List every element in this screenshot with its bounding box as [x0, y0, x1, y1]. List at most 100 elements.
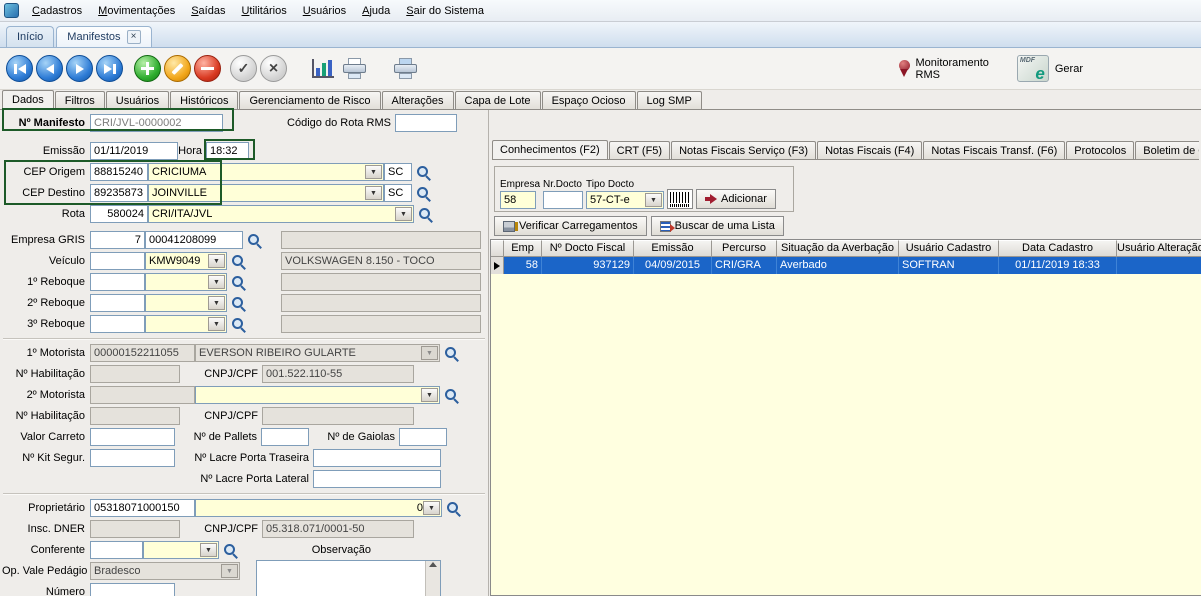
rota-codigo-field[interactable]: 580024 — [90, 205, 148, 223]
veiculo-search-icon[interactable] — [230, 253, 247, 270]
tab-crt[interactable]: CRT (F5) — [609, 141, 670, 159]
motorista2-search-icon[interactable] — [443, 387, 460, 404]
tab-historicos[interactable]: Históricos — [170, 91, 238, 109]
veiculo-placa-combo[interactable]: KMW9049 — [145, 252, 227, 270]
cep-destino-field[interactable]: 89235873 — [90, 184, 148, 202]
col-docto-fiscal[interactable]: Nº Docto Fiscal — [542, 240, 634, 257]
conferente-codigo-field[interactable] — [90, 541, 143, 559]
col-situacao[interactable]: Situação da Averbação — [777, 240, 899, 257]
reboque2-combo[interactable] — [145, 294, 227, 312]
motorista1-search-icon[interactable] — [443, 345, 460, 362]
emissao-field[interactable]: 01/11/2019 — [90, 142, 178, 160]
tab-capa-lote[interactable]: Capa de Lote — [455, 91, 541, 109]
hora-field[interactable]: 18:32 — [206, 142, 249, 160]
cep-destino-search-icon[interactable] — [415, 185, 432, 202]
motorista2-combo[interactable] — [195, 386, 440, 404]
lacre-lateral-field[interactable] — [313, 470, 441, 488]
app-icon[interactable] — [4, 3, 19, 18]
conferente-search-icon[interactable] — [222, 542, 239, 559]
menu-item-ajuda[interactable]: Ajuda — [355, 2, 397, 20]
empresa-gris-search-icon[interactable] — [246, 232, 263, 249]
tab-log-smp[interactable]: Log SMP — [637, 91, 702, 109]
col-emp[interactable]: Emp — [504, 240, 542, 257]
tab-gerenciamento-risco[interactable]: Gerenciamento de Risco — [239, 91, 380, 109]
gaiolas-field[interactable] — [399, 428, 447, 446]
tab-usuarios[interactable]: Usuários — [106, 91, 169, 109]
mdfe-gerar-button[interactable]: Gerar — [1055, 63, 1083, 75]
cidade-origem-combo[interactable]: CRICIUMA — [148, 163, 384, 181]
tab-alteracoes[interactable]: Alterações — [382, 91, 454, 109]
monitoramento-rms-button[interactable]: Monitoramento RMS — [916, 57, 989, 81]
menu-item-utilitarios[interactable]: Utilitários — [234, 2, 293, 20]
tab-espaco-ocioso[interactable]: Espaço Ocioso — [542, 91, 636, 109]
uf-origem-field[interactable]: SC — [384, 163, 412, 181]
proprietario-codigo-field[interactable]: 05318071000150 — [90, 499, 195, 517]
menu-item-movimentacoes[interactable]: Movimentações — [91, 2, 182, 20]
menu-item-usuarios[interactable]: Usuários — [296, 2, 353, 20]
col-usuario-cadastro[interactable]: Usuário Cadastro — [899, 240, 999, 257]
grid-empty-area[interactable] — [491, 274, 1201, 595]
reboque1-codigo-field[interactable] — [90, 273, 145, 291]
print-button[interactable] — [342, 58, 367, 79]
rota-search-icon[interactable] — [417, 206, 434, 223]
empresa-gris-codigo-field[interactable]: 7 — [90, 231, 145, 249]
chart-button[interactable] — [312, 59, 334, 78]
add-record-button[interactable] — [134, 55, 161, 82]
reboque1-combo[interactable] — [145, 273, 227, 291]
reboque2-search-icon[interactable] — [230, 295, 247, 312]
confirm-button[interactable] — [230, 55, 257, 82]
first-record-button[interactable] — [6, 55, 33, 82]
tab-conhecimentos[interactable]: Conhecimentos (F2) — [492, 140, 608, 160]
lacre-traseira-field[interactable] — [313, 449, 441, 467]
close-tab-icon[interactable] — [127, 30, 141, 44]
observacao-textarea[interactable] — [256, 560, 441, 596]
tab-dados[interactable]: Dados — [2, 90, 54, 110]
previous-record-button[interactable] — [36, 55, 63, 82]
proprietario-search-icon[interactable] — [445, 500, 462, 517]
conferente-combo[interactable] — [143, 541, 219, 559]
cidade-destino-combo[interactable]: JOINVILLE — [148, 184, 384, 202]
numero-field[interactable] — [90, 583, 175, 596]
uf-destino-field[interactable]: SC — [384, 184, 412, 202]
kit-segur-field[interactable] — [90, 449, 175, 467]
verificar-carregamentos-button[interactable]: Verificar Carregamentos — [494, 216, 647, 236]
reboque1-search-icon[interactable] — [230, 274, 247, 291]
buscar-lista-button[interactable]: Buscar de uma Lista — [651, 216, 784, 236]
tab-notas-fiscais[interactable]: Notas Fiscais (F4) — [817, 141, 922, 159]
manifesto-field[interactable]: CRI/JVL-0000002 — [90, 114, 223, 132]
print-secondary-button[interactable] — [393, 58, 418, 79]
tab-inicio[interactable]: Início — [6, 26, 54, 47]
adicionar-button[interactable]: Adicionar — [696, 189, 776, 209]
mdfe-icon[interactable]: MDF e — [1017, 55, 1049, 82]
scroll-up-icon[interactable] — [429, 562, 437, 567]
reboque2-codigo-field[interactable] — [90, 294, 145, 312]
tab-boletim-ocorrencia[interactable]: Boletim de Ocorrência — [1135, 141, 1199, 159]
col-emissao[interactable]: Emissão — [634, 240, 712, 257]
tipodocto-combo[interactable]: 57-CT-e — [586, 191, 664, 209]
grid-row[interactable]: 58 937129 04/09/2015 CRI/GRA Averbado SO… — [491, 257, 1201, 274]
col-data-cadastro[interactable]: Data Cadastro — [999, 240, 1117, 257]
reboque3-combo[interactable] — [145, 315, 227, 333]
rota-rms-field[interactable] — [395, 114, 457, 132]
next-record-button[interactable] — [66, 55, 93, 82]
delete-record-button[interactable] — [194, 55, 221, 82]
tab-filtros[interactable]: Filtros — [55, 91, 105, 109]
last-record-button[interactable] — [96, 55, 123, 82]
cancel-button[interactable] — [260, 55, 287, 82]
cep-origem-field[interactable]: 88815240 — [90, 163, 148, 181]
reboque3-codigo-field[interactable] — [90, 315, 145, 333]
proprietario-combo[interactable]: 0 — [195, 499, 442, 517]
menu-item-sair[interactable]: Sair do Sistema — [399, 2, 491, 20]
barcode-icon[interactable] — [667, 189, 693, 209]
edit-record-button[interactable] — [164, 55, 191, 82]
veiculo-codigo-field[interactable] — [90, 252, 145, 270]
col-percurso[interactable]: Percurso — [712, 240, 777, 257]
col-usuario-alteracao[interactable]: Usuário Alteração — [1117, 240, 1201, 257]
rota-combo[interactable]: CRI/ITA/JVL — [148, 205, 414, 223]
tab-protocolos[interactable]: Protocolos — [1066, 141, 1134, 159]
nrdocto-field[interactable] — [543, 191, 583, 209]
pallets-field[interactable] — [261, 428, 309, 446]
cep-origem-search-icon[interactable] — [415, 164, 432, 181]
reboque3-search-icon[interactable] — [230, 316, 247, 333]
menu-item-saidas[interactable]: Saídas — [184, 2, 232, 20]
